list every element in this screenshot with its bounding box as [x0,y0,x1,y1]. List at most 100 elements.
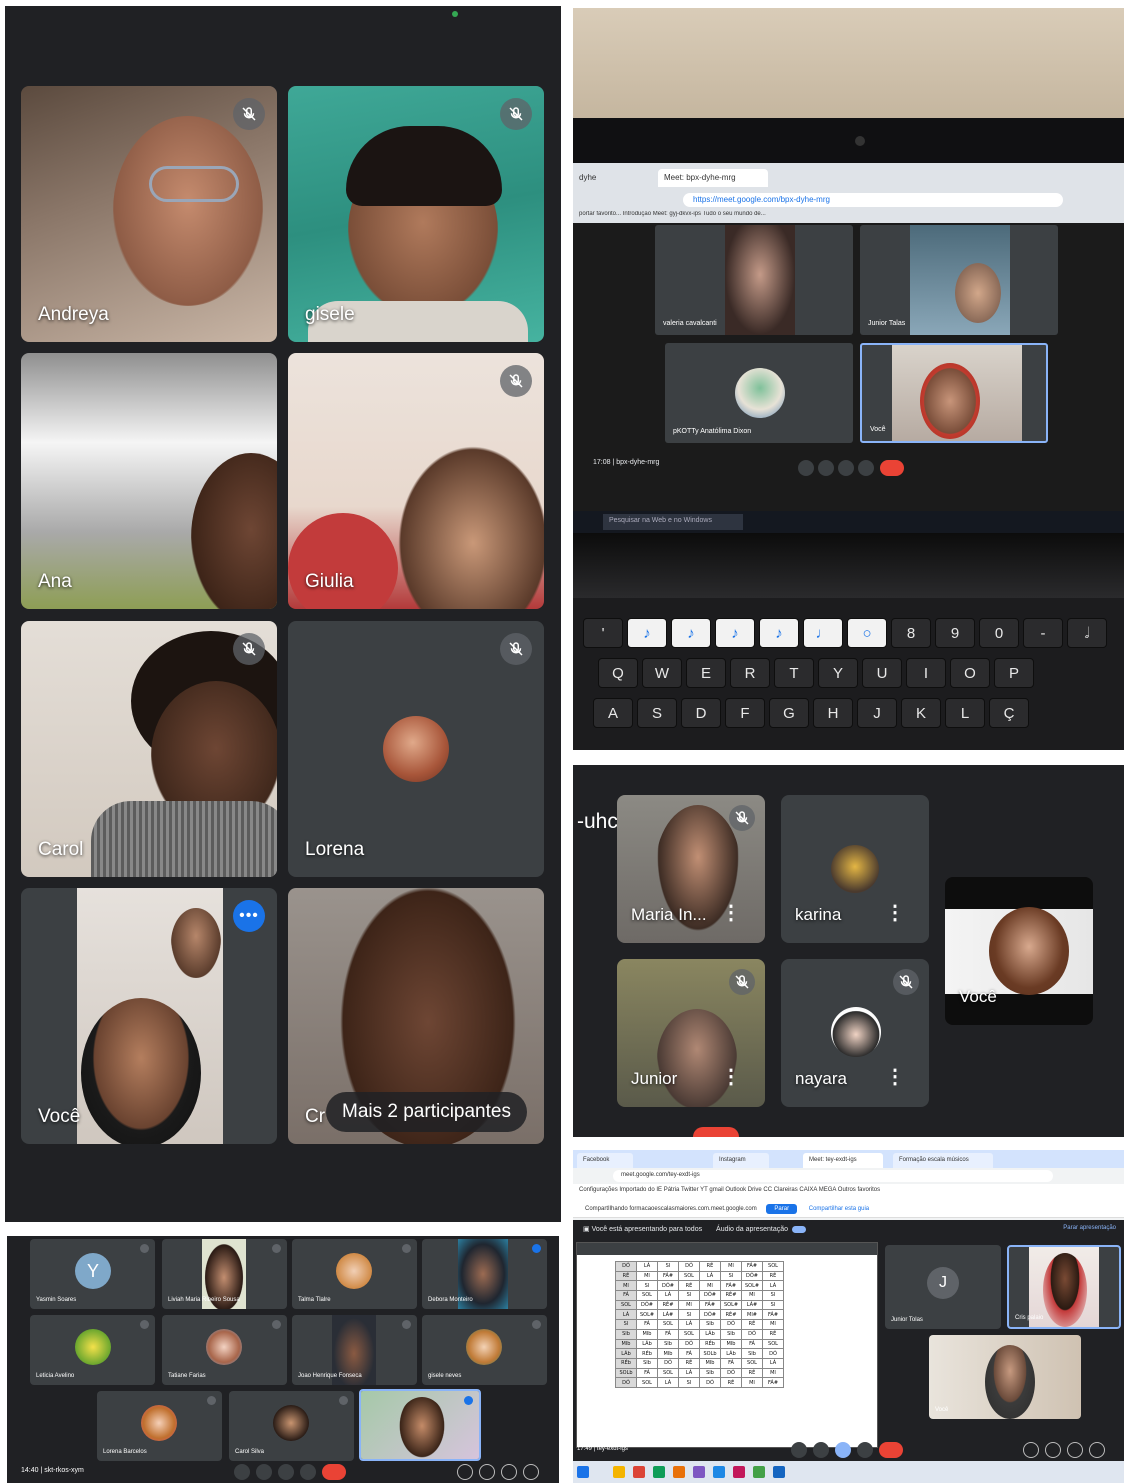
app-icon[interactable] [713,1466,725,1478]
more-participants-badge[interactable]: Mais 2 participantes [326,1092,527,1132]
app-icon[interactable] [673,1466,685,1478]
participant-tile[interactable]: Carol Silva [229,1391,354,1461]
participant-tile-carol[interactable]: Carol [21,621,277,877]
activities-icon[interactable] [523,1464,539,1480]
participant-tile-cris[interactable]: Cris palaio [1007,1245,1121,1329]
participant-tile-junior[interactable]: J Junior Tolas [885,1245,1001,1329]
info-icon[interactable] [1023,1442,1039,1458]
participant-tile[interactable]: Debora Monteiro [422,1239,547,1309]
windows-start-icon[interactable] [577,1466,589,1478]
participant-tile[interactable]: Leticia Avelino [30,1315,155,1385]
participant-tile-nayara[interactable]: nayara ⋮ [781,959,929,1107]
table-cell: MI [678,1299,700,1311]
info-icon[interactable] [457,1464,473,1480]
table-cell: FÁ [657,1328,679,1340]
table-cell: MI [699,1280,721,1292]
app-icon[interactable] [733,1466,745,1478]
table-cell: SOL [762,1261,784,1272]
end-call-icon[interactable] [879,1442,903,1458]
participant-tile[interactable]: Liviah Maria Ribeiro Sousa [162,1239,287,1309]
keyboard: ' ♪ ♪ ♪ ♪ ♩ ○ 8 9 0- 𝅗𝅥 QWERTYUIOP ASDFGHJKLÇ [573,598,1124,750]
end-call-button[interactable] [693,1127,739,1137]
participant-tile[interactable]: Joao Henrique Fonseca [292,1315,417,1385]
participant-tile-self[interactable] [359,1389,481,1461]
participant-tile-self[interactable]: Você [860,343,1048,443]
more-options-icon[interactable] [858,460,874,476]
more-options-icon[interactable] [857,1442,873,1458]
browser-tab-active[interactable]: Meet: tey-exdt-igs [803,1153,883,1168]
browser-tab[interactable]: Facebook [577,1153,633,1168]
participant-tile[interactable]: Tatiane Farias [162,1315,287,1385]
browser-tab[interactable]: Formação escala músicos [893,1153,993,1168]
address-bar[interactable]: https://meet.google.com/bpx-dyhe-mrg [683,193,1063,207]
participant-tile-maria[interactable]: Maria In... ⋮ [617,795,765,943]
audio-toggle[interactable] [792,1225,807,1233]
participant-tile-gisele[interactable]: gisele [288,86,544,342]
participant-tile-self[interactable]: ••• Você [21,888,277,1144]
app-icon[interactable] [773,1466,785,1478]
camera-icon[interactable] [818,460,834,476]
table-cell: SIb [699,1367,721,1379]
participant-tile-ana[interactable]: Ana [21,353,277,609]
mic-icon[interactable] [798,460,814,476]
participant-tile-cr[interactable]: Cr Mais 2 participantes [288,888,544,1144]
participant-tile-self[interactable]: Você [945,877,1093,1025]
app-icon[interactable] [693,1466,705,1478]
more-options-icon[interactable]: ⋮ [885,1064,905,1089]
table-cell: LÁ [636,1261,658,1272]
taskbar-search[interactable]: Pesquisar na Web e no Windows [603,514,743,530]
mic-off-icon [207,1396,216,1405]
participant-tile[interactable]: gisele neves [422,1315,547,1385]
hair [346,126,502,206]
mic-icon[interactable] [234,1464,250,1480]
table-cell: MIb [699,1357,721,1369]
more-options-icon[interactable]: ⋮ [721,1064,741,1089]
share-this-tab-link[interactable]: Compartilhar esta guia [809,1206,869,1212]
address-bar[interactable]: meet.google.com/tey-exdt-igs [613,1170,1053,1182]
more-options-icon[interactable] [300,1464,316,1480]
people-icon[interactable] [479,1464,495,1480]
participant-tile-karina[interactable]: karina ⋮ [781,795,929,943]
participant-tile-giulia[interactable]: Giulia [288,353,544,609]
app-icon[interactable] [613,1466,625,1478]
app-icon[interactable] [753,1466,765,1478]
participant-tile-self[interactable]: Você [929,1335,1081,1419]
chat-icon[interactable] [1067,1442,1083,1458]
keyboard-key: ♪ [759,618,799,648]
keyboard-key: L [945,698,985,728]
activities-icon[interactable] [1089,1442,1105,1458]
end-call-icon[interactable] [322,1464,346,1480]
camera-icon[interactable] [256,1464,272,1480]
participant-tile-junior[interactable]: Junior ⋮ [617,959,765,1107]
more-options-icon[interactable]: ⋮ [885,900,905,925]
participant-tile-valeria[interactable]: valeria cavalcanti [655,225,853,335]
app-icon[interactable] [653,1466,665,1478]
end-call-icon[interactable] [880,460,904,476]
more-options-icon[interactable]: ⋮ [721,900,741,925]
table-cell: RÉ [720,1377,742,1388]
more-options-icon[interactable]: ••• [233,900,265,932]
browser-tab-active[interactable]: Meet: bpx-dyhe-mrg [658,169,768,187]
chat-icon[interactable] [501,1464,517,1480]
present-icon[interactable] [278,1464,294,1480]
meet-stage: ▣ Você está apresentando para todos Áudi… [573,1220,1124,1483]
participant-tile-dixon[interactable]: pKOTTy Anatólima Dixon [665,343,853,443]
participant-tile-junior[interactable]: Junior Talas [860,225,1058,335]
stop-presenting-button[interactable]: Parar apresentação [1063,1225,1116,1231]
camera-icon[interactable] [813,1442,829,1458]
browser-tab[interactable]: dyhe [573,169,653,187]
present-icon[interactable] [835,1442,851,1458]
mic-off-icon [893,969,919,995]
participant-tile-lorena[interactable]: Lorena [288,621,544,877]
mic-icon[interactable] [791,1442,807,1458]
stop-sharing-button[interactable]: Parar [766,1204,798,1214]
people-icon[interactable] [1045,1442,1061,1458]
participant-tile[interactable]: Y Yasmin Soares [30,1239,155,1309]
participant-tile[interactable]: Lorena Barcelos [97,1391,222,1461]
app-icon[interactable] [633,1466,645,1478]
person [1043,1253,1087,1327]
present-icon[interactable] [838,460,854,476]
participant-tile[interactable]: Talma Tlalre [292,1239,417,1309]
browser-tab[interactable]: Instagram [713,1153,769,1168]
participant-tile-andreya[interactable]: Andreya [21,86,277,342]
